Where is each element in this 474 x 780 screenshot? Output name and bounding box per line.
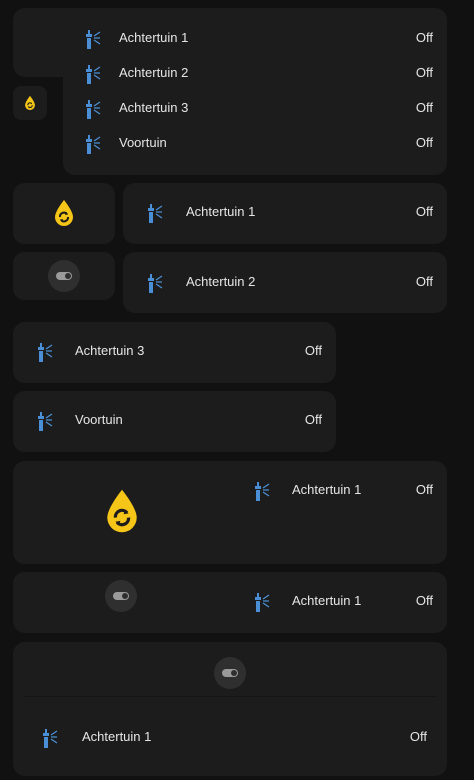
entity-state: Off xyxy=(304,412,322,427)
entity-state: Off xyxy=(415,593,433,608)
sprinkler-icon xyxy=(42,729,64,749)
entity-row[interactable]: Achtertuin 1 Off xyxy=(254,585,433,620)
vertical-stack-card: Achtertuin 1 Off xyxy=(13,642,447,776)
entity-row[interactable]: Voortuin Off xyxy=(85,127,433,162)
entity-card[interactable]: Achtertuin 2 Off xyxy=(123,252,447,313)
toggle-switch-icon xyxy=(113,592,129,600)
entity-state: Off xyxy=(415,65,433,80)
water-sync-icon[interactable] xyxy=(104,487,140,535)
entity-name: Achtertuin 3 xyxy=(75,343,145,358)
water-sync-icon xyxy=(53,198,75,228)
entity-row[interactable]: Achtertuin 2 Off xyxy=(85,57,433,92)
sprinkler-icon xyxy=(85,100,107,120)
sprinkler-icon xyxy=(85,135,107,155)
entity-row[interactable]: Voortuin Off xyxy=(35,404,322,439)
entity-name: Achtertuin 1 xyxy=(292,593,362,608)
horizontal-stack-card: Achtertuin 1 Off xyxy=(13,572,447,633)
entity-row[interactable]: Achtertuin 3 Off xyxy=(35,335,322,370)
entity-name: Achtertuin 1 xyxy=(292,482,362,497)
entity-state: Off xyxy=(304,343,322,358)
entity-state: Off xyxy=(415,274,433,289)
entity-state: Off xyxy=(415,482,433,497)
water-sync-button-small[interactable] xyxy=(13,86,47,120)
entity-row[interactable]: Achtertuin 1 Off xyxy=(254,474,433,509)
sprinkler-icon xyxy=(85,65,107,85)
sprinkler-icon xyxy=(254,482,276,502)
entity-name: Achtertuin 1 xyxy=(119,30,189,45)
entity-row[interactable]: Achtertuin 1 Off xyxy=(85,22,433,57)
entity-state: Off xyxy=(415,100,433,115)
sprinkler-icon xyxy=(147,204,169,224)
entity-name: Achtertuin 3 xyxy=(119,100,189,115)
entity-state: Off xyxy=(415,30,433,45)
entity-name: Achtertuin 1 xyxy=(82,729,152,744)
entity-state: Off xyxy=(409,729,427,744)
water-sync-icon xyxy=(24,95,36,111)
sprinkler-icon xyxy=(254,593,276,613)
entity-name: Achtertuin 1 xyxy=(186,204,256,219)
entity-row[interactable]: Achtertuin 1 Off xyxy=(145,196,433,231)
toggle-switch-icon xyxy=(222,669,238,677)
entity-state: Off xyxy=(415,204,433,219)
water-sync-button[interactable] xyxy=(13,183,115,244)
entities-card: Achtertuin 1 Off Achtertuin 2 Off Achter… xyxy=(63,8,447,175)
entity-name: Voortuin xyxy=(119,135,167,150)
toggle-switch-icon xyxy=(56,272,72,280)
entity-row[interactable]: Achtertuin 2 Off xyxy=(145,266,433,301)
entity-state: Off xyxy=(415,135,433,150)
divider xyxy=(23,696,437,697)
entity-card[interactable]: Achtertuin 3 Off xyxy=(13,322,336,383)
toggle-button[interactable] xyxy=(105,580,137,612)
horizontal-stack-card: Achtertuin 1 Off xyxy=(13,461,447,564)
entity-card[interactable]: Achtertuin 1 Off xyxy=(123,183,447,244)
sprinkler-icon xyxy=(147,274,169,294)
entity-name: Achtertuin 2 xyxy=(119,65,189,80)
toggle-button[interactable] xyxy=(214,657,246,689)
entity-card[interactable]: Voortuin Off xyxy=(13,391,336,452)
sprinkler-icon xyxy=(85,30,107,50)
entity-row[interactable]: Achtertuin 1 Off xyxy=(42,721,427,756)
sprinkler-icon xyxy=(37,343,59,363)
sprinkler-icon xyxy=(37,412,59,432)
entity-name: Achtertuin 2 xyxy=(186,274,256,289)
toggle-button[interactable] xyxy=(48,260,80,292)
entity-row[interactable]: Achtertuin 3 Off xyxy=(85,92,433,127)
entity-name: Voortuin xyxy=(75,412,123,427)
toggle-card xyxy=(13,252,115,300)
